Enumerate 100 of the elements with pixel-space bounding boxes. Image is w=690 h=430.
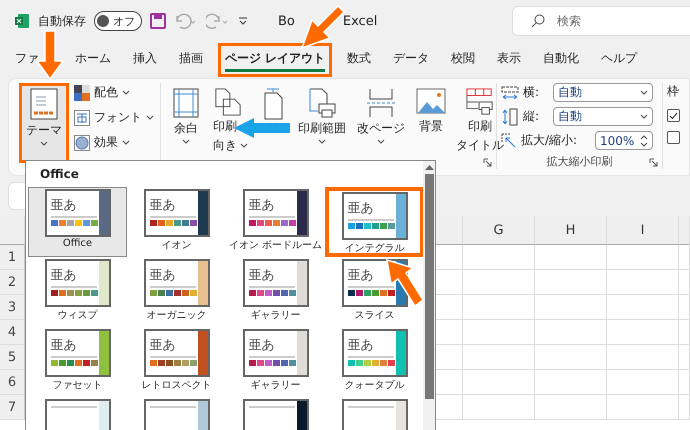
cell[interactable] xyxy=(607,370,679,395)
caret-icon xyxy=(40,141,48,146)
theme-tile[interactable]: 亜あ ギャラリー xyxy=(226,257,325,327)
checkbox[interactable] xyxy=(667,131,680,144)
undo-icon[interactable] xyxy=(174,13,198,29)
select-all-corner[interactable] xyxy=(0,216,25,245)
cell[interactable] xyxy=(535,295,607,320)
cell[interactable] xyxy=(679,395,690,420)
row-header[interactable]: 5 xyxy=(0,345,25,370)
cell[interactable] xyxy=(535,345,607,370)
cell[interactable] xyxy=(463,395,535,420)
cell[interactable] xyxy=(607,345,679,370)
autosave-toggle[interactable]: オフ xyxy=(94,11,142,31)
spin-field[interactable]: 100% xyxy=(595,131,653,150)
row-header[interactable]: 4 xyxy=(0,320,25,345)
cell[interactable] xyxy=(463,295,535,320)
cell[interactable] xyxy=(679,345,690,370)
caret-icon xyxy=(640,90,648,95)
effects-circle-icon xyxy=(74,134,90,150)
save-icon[interactable] xyxy=(150,13,166,29)
sample-text: 亜あ xyxy=(50,337,78,354)
sample-text: 亜あ xyxy=(248,197,276,214)
scrollbar-thumb[interactable] xyxy=(424,174,434,399)
theme-option-button[interactable]: 効果 xyxy=(72,133,156,152)
theme-icon xyxy=(30,88,58,120)
cell[interactable] xyxy=(463,245,535,270)
column-header[interactable]: G xyxy=(463,216,535,245)
cell[interactable] xyxy=(535,395,607,420)
dropdown-field[interactable]: 自動 xyxy=(553,83,653,102)
dialog-launcher-icon[interactable] xyxy=(649,158,658,167)
ribbon-tab[interactable]: ヘルプ xyxy=(594,43,644,77)
cell[interactable] xyxy=(463,270,535,295)
callout-arrow xyxy=(300,4,346,50)
ribbon-tab[interactable]: 校閲 xyxy=(444,43,482,77)
caret-icon xyxy=(182,139,190,144)
cell[interactable] xyxy=(679,270,690,295)
row-header[interactable]: 3 xyxy=(0,295,25,320)
cell[interactable] xyxy=(463,370,535,395)
cell[interactable] xyxy=(607,320,679,345)
row-header[interactable]: 7 xyxy=(0,395,25,420)
cell[interactable] xyxy=(463,320,535,345)
print-area-icon xyxy=(307,88,337,118)
cell[interactable] xyxy=(607,270,679,295)
redo-icon[interactable] xyxy=(206,13,230,29)
theme-tile[interactable]: 亜あ クォータブル xyxy=(325,327,423,397)
margins-icon xyxy=(173,88,199,118)
cell[interactable] xyxy=(679,295,690,320)
page-setup-button[interactable]: 改ページ xyxy=(353,83,409,159)
cell[interactable] xyxy=(535,320,607,345)
theme-tile[interactable]: 亜あ レトロスペクト xyxy=(127,327,226,397)
column-header[interactable]: I xyxy=(607,216,679,245)
cell[interactable] xyxy=(535,370,607,395)
cell[interactable] xyxy=(607,295,679,320)
cell[interactable] xyxy=(607,395,679,420)
dialog-launcher-icon[interactable] xyxy=(483,158,492,167)
cell[interactable] xyxy=(535,270,607,295)
dropdown-field[interactable]: 自動 xyxy=(553,107,653,126)
column-header[interactable]: H xyxy=(535,216,607,245)
page-setup-button[interactable]: 背景 xyxy=(411,83,451,159)
cell[interactable] xyxy=(679,370,690,395)
cell[interactable] xyxy=(679,320,690,345)
ribbon-tab[interactable]: ファ xyxy=(8,43,46,77)
ribbon-tab[interactable]: 表示 xyxy=(490,43,528,77)
page-setup-button[interactable]: 印刷範囲 xyxy=(293,83,351,159)
themes-button[interactable]: テーマ xyxy=(19,83,69,163)
theme-option-button[interactable]: フォント xyxy=(72,108,156,127)
theme-option-button[interactable]: 配色 xyxy=(72,83,156,102)
theme-tile[interactable]: 亜あ Office xyxy=(28,187,127,257)
theme-tile[interactable]: 亜あ ファセット xyxy=(28,327,127,397)
cell[interactable] xyxy=(535,245,607,270)
theme-tile[interactable]: 亜あ ウィスプ xyxy=(28,257,127,327)
cell[interactable] xyxy=(607,245,679,270)
column-header[interactable] xyxy=(679,216,690,245)
font-icon xyxy=(74,110,90,126)
ribbon-tab[interactable]: 自動化 xyxy=(536,43,586,77)
cell[interactable] xyxy=(679,245,690,270)
checkbox[interactable] xyxy=(667,109,680,122)
row-header[interactable]: 1 xyxy=(0,245,25,270)
ribbon-tab[interactable]: 挿入 xyxy=(126,43,164,77)
ribbon-tab[interactable]: 描画 xyxy=(172,43,210,77)
row-header[interactable]: 2 xyxy=(0,270,25,295)
ribbon-tab[interactable]: ホーム xyxy=(68,43,118,77)
height-icon xyxy=(501,108,519,126)
theme-tile[interactable]: 亜あ ギャラリー xyxy=(226,327,325,397)
theme-tile[interactable]: 亜あ オーガニック xyxy=(127,257,226,327)
column-header[interactable] xyxy=(436,216,463,245)
theme-tile[interactable]: 亜あ イオン xyxy=(127,187,226,257)
cell[interactable] xyxy=(463,345,535,370)
search-field[interactable]: 検索 xyxy=(512,6,690,36)
ribbon-tab[interactable]: 数式 xyxy=(340,43,378,77)
ribbon-tab[interactable]: データ xyxy=(386,43,436,77)
page-setup-button[interactable]: 余白 xyxy=(165,83,207,159)
theme-tile[interactable]: 亜あ イオン ボードルーム xyxy=(226,187,325,257)
sample-text: 亜あ xyxy=(150,197,176,214)
gallery-heading: Office xyxy=(39,166,80,183)
caret-icon xyxy=(318,139,326,144)
customize-caret-icon[interactable] xyxy=(238,17,248,25)
scroll-up-icon[interactable] xyxy=(424,164,434,170)
row-header[interactable]: 6 xyxy=(0,370,25,395)
page-setup-button[interactable]: 印刷 タイトル xyxy=(453,83,507,159)
